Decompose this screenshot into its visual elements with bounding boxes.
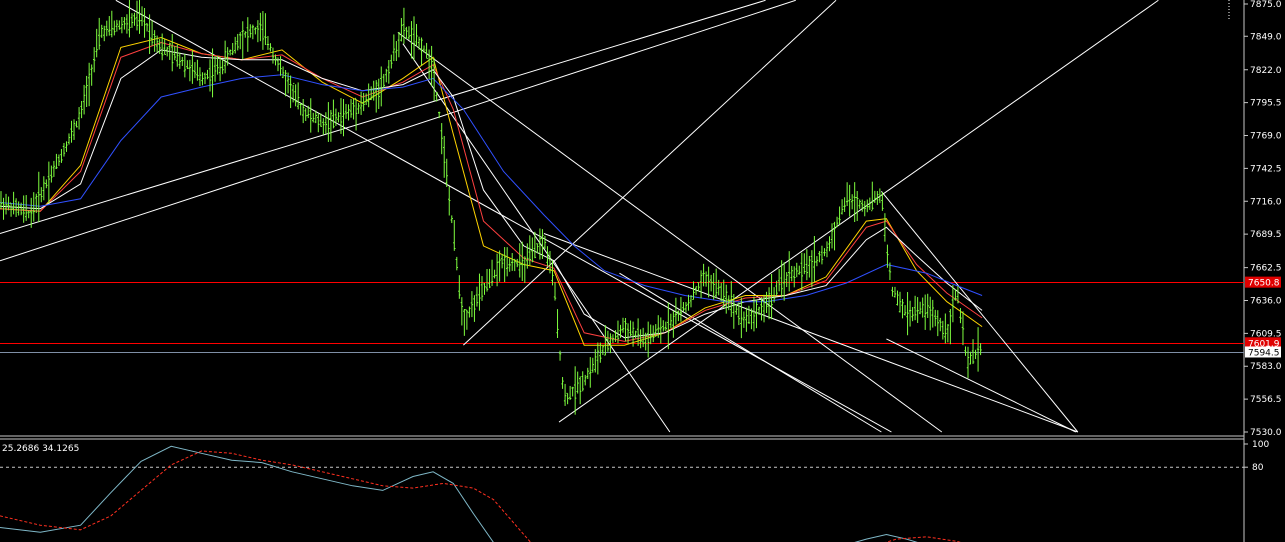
price-level-tag-label: 7594.5: [1248, 348, 1280, 358]
y-tick-label: 7769.0: [1250, 132, 1282, 142]
y-tick-label: 7583.0: [1250, 362, 1282, 372]
osc-tick-label: 100: [1252, 440, 1269, 450]
y-tick-label: 7530.0: [1250, 428, 1282, 438]
trading-chart[interactable]: 7875.0 7849.0 7822.0 7795.5 7769.0 7742.5 7716…: [0, 0, 1285, 542]
y-tick-label: 7716.0: [1250, 197, 1282, 207]
osc-tick-label: 80: [1252, 463, 1264, 473]
y-tick-label: 7556.5: [1250, 395, 1282, 405]
y-tick-label: 7742.5: [1250, 164, 1282, 174]
price-level-tag-label: 7650.8: [1248, 279, 1280, 289]
y-tick-label: 7636.0: [1250, 296, 1282, 306]
y-tick-label: 7875.0: [1250, 0, 1282, 10]
y-tick-label: 7689.5: [1250, 230, 1282, 240]
y-tick-label: 7662.5: [1250, 264, 1282, 274]
y-tick-label: 7795.5: [1250, 99, 1282, 109]
osc-header-values: 25.2686 34.1265: [2, 444, 79, 454]
y-tick-label: 7849.0: [1250, 32, 1282, 42]
y-tick-label: 7822.0: [1250, 66, 1282, 76]
